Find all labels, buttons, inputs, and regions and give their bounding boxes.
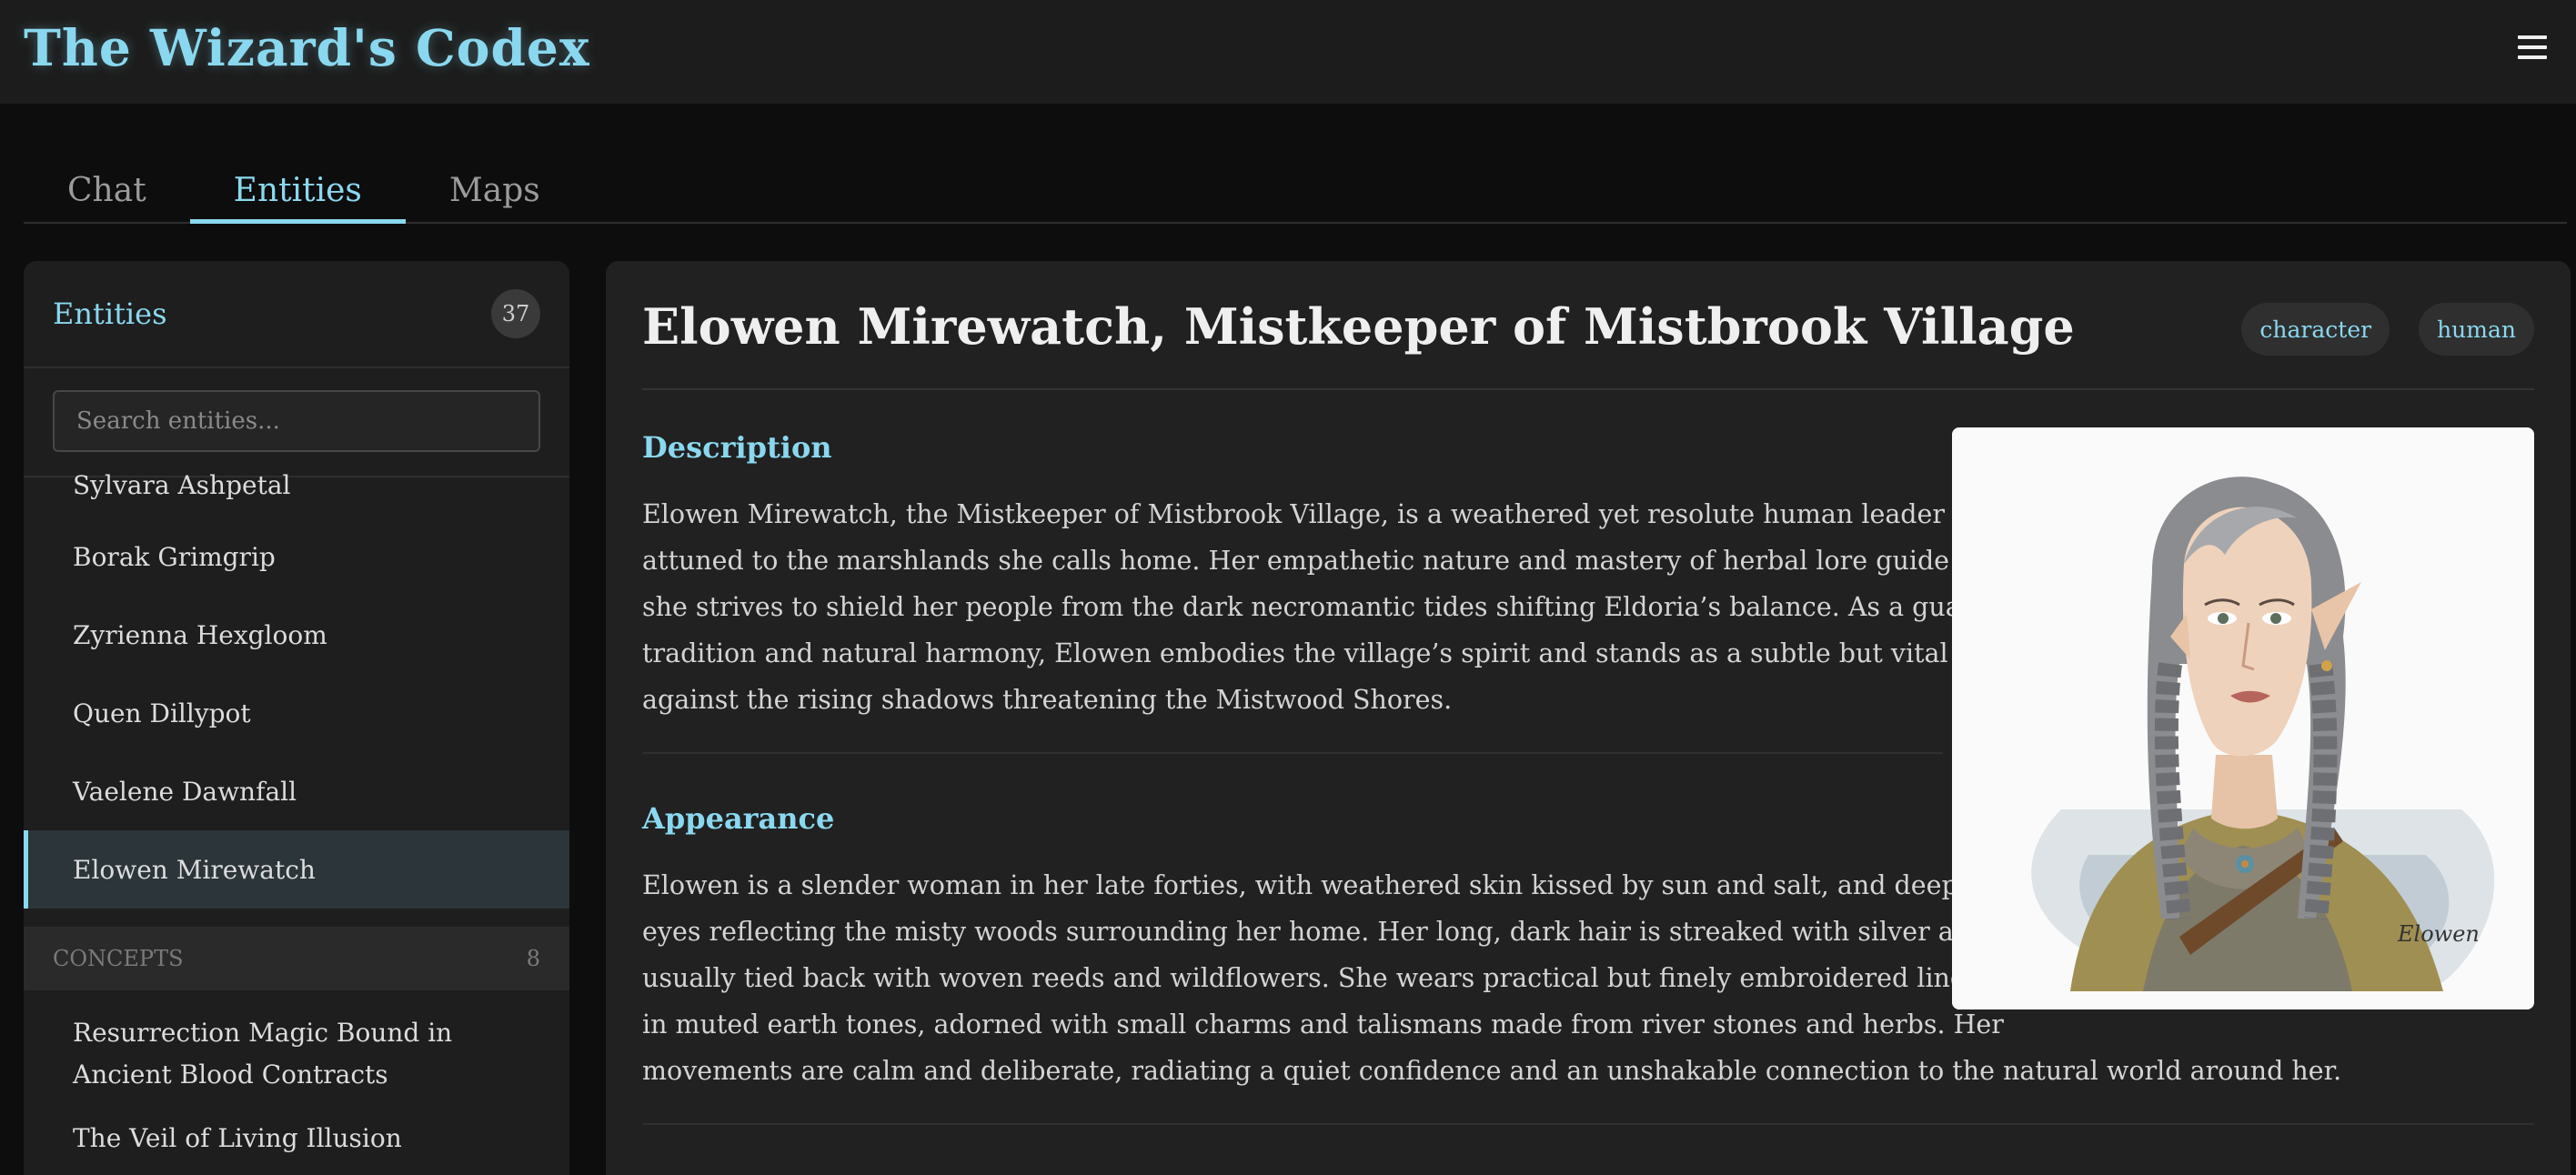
list-item[interactable]: Vaelene Dawnfall: [24, 752, 569, 830]
list-item[interactable]: Borak Grimgrip: [24, 517, 569, 596]
portrait-illustration: Elowen: [1952, 427, 2534, 1009]
entity-list: Sylvara Ashpetal Borak Grimgrip Zyrienna…: [24, 470, 569, 1175]
section-heading-appearance: Appearance: [642, 801, 835, 836]
entities-sidebar: Entities 37 Sylvara Ashpetal Borak Grimg…: [24, 261, 569, 1175]
hamburger-menu-icon[interactable]: [2512, 27, 2552, 67]
sidebar-title: Entities: [53, 296, 167, 331]
list-item[interactable]: The Veil of Living Illusion: [24, 1114, 569, 1175]
list-item-selected[interactable]: Elowen Mirewatch: [24, 830, 569, 909]
list-item[interactable]: Quen Dillypot: [24, 674, 569, 752]
concepts-group-header[interactable]: CONCEPTS 8: [24, 927, 569, 990]
group-label: CONCEPTS: [53, 946, 184, 971]
list-item[interactable]: Sylvara Ashpetal: [24, 470, 569, 500]
main-tabs: Chat Entities Maps: [24, 104, 2567, 224]
entity-count-badge: 37: [491, 289, 540, 338]
description-text: Elowen Mirewatch, the Mistkeeper of Mist…: [642, 499, 2064, 715]
divider: [642, 1123, 2534, 1125]
group-count: 8: [526, 946, 540, 971]
portrait-signature: Elowen: [2397, 921, 2480, 947]
search-container: [24, 368, 569, 477]
tab-entities[interactable]: Entities: [189, 104, 407, 224]
app-header: The Wizard's Codex: [0, 0, 2576, 104]
entity-detail-panel: Elowen Mirewatch, Mistkeeper of Mistbroo…: [606, 261, 2571, 1175]
character-portrait-image: Elowen: [1952, 427, 2534, 1009]
entity-title: Elowen Mirewatch, Mistkeeper of Mistbroo…: [642, 297, 2075, 356]
app-title: The Wizard's Codex: [24, 17, 590, 77]
tab-chat[interactable]: Chat: [24, 104, 190, 222]
divider: [642, 752, 1943, 754]
tag-list: character human: [2241, 303, 2534, 356]
list-item[interactable]: Resurrection Magic Bound in Ancient Bloo…: [24, 990, 569, 1114]
list-item[interactable]: Zyrienna Hexgloom: [24, 596, 569, 674]
divider: [642, 388, 2534, 390]
sidebar-header: Entities 37: [24, 261, 569, 368]
tab-maps[interactable]: Maps: [406, 104, 584, 222]
section-heading-description: Description: [642, 430, 832, 465]
tag-human[interactable]: human: [2419, 303, 2534, 356]
search-input[interactable]: [53, 390, 540, 452]
tag-character[interactable]: character: [2241, 303, 2390, 356]
